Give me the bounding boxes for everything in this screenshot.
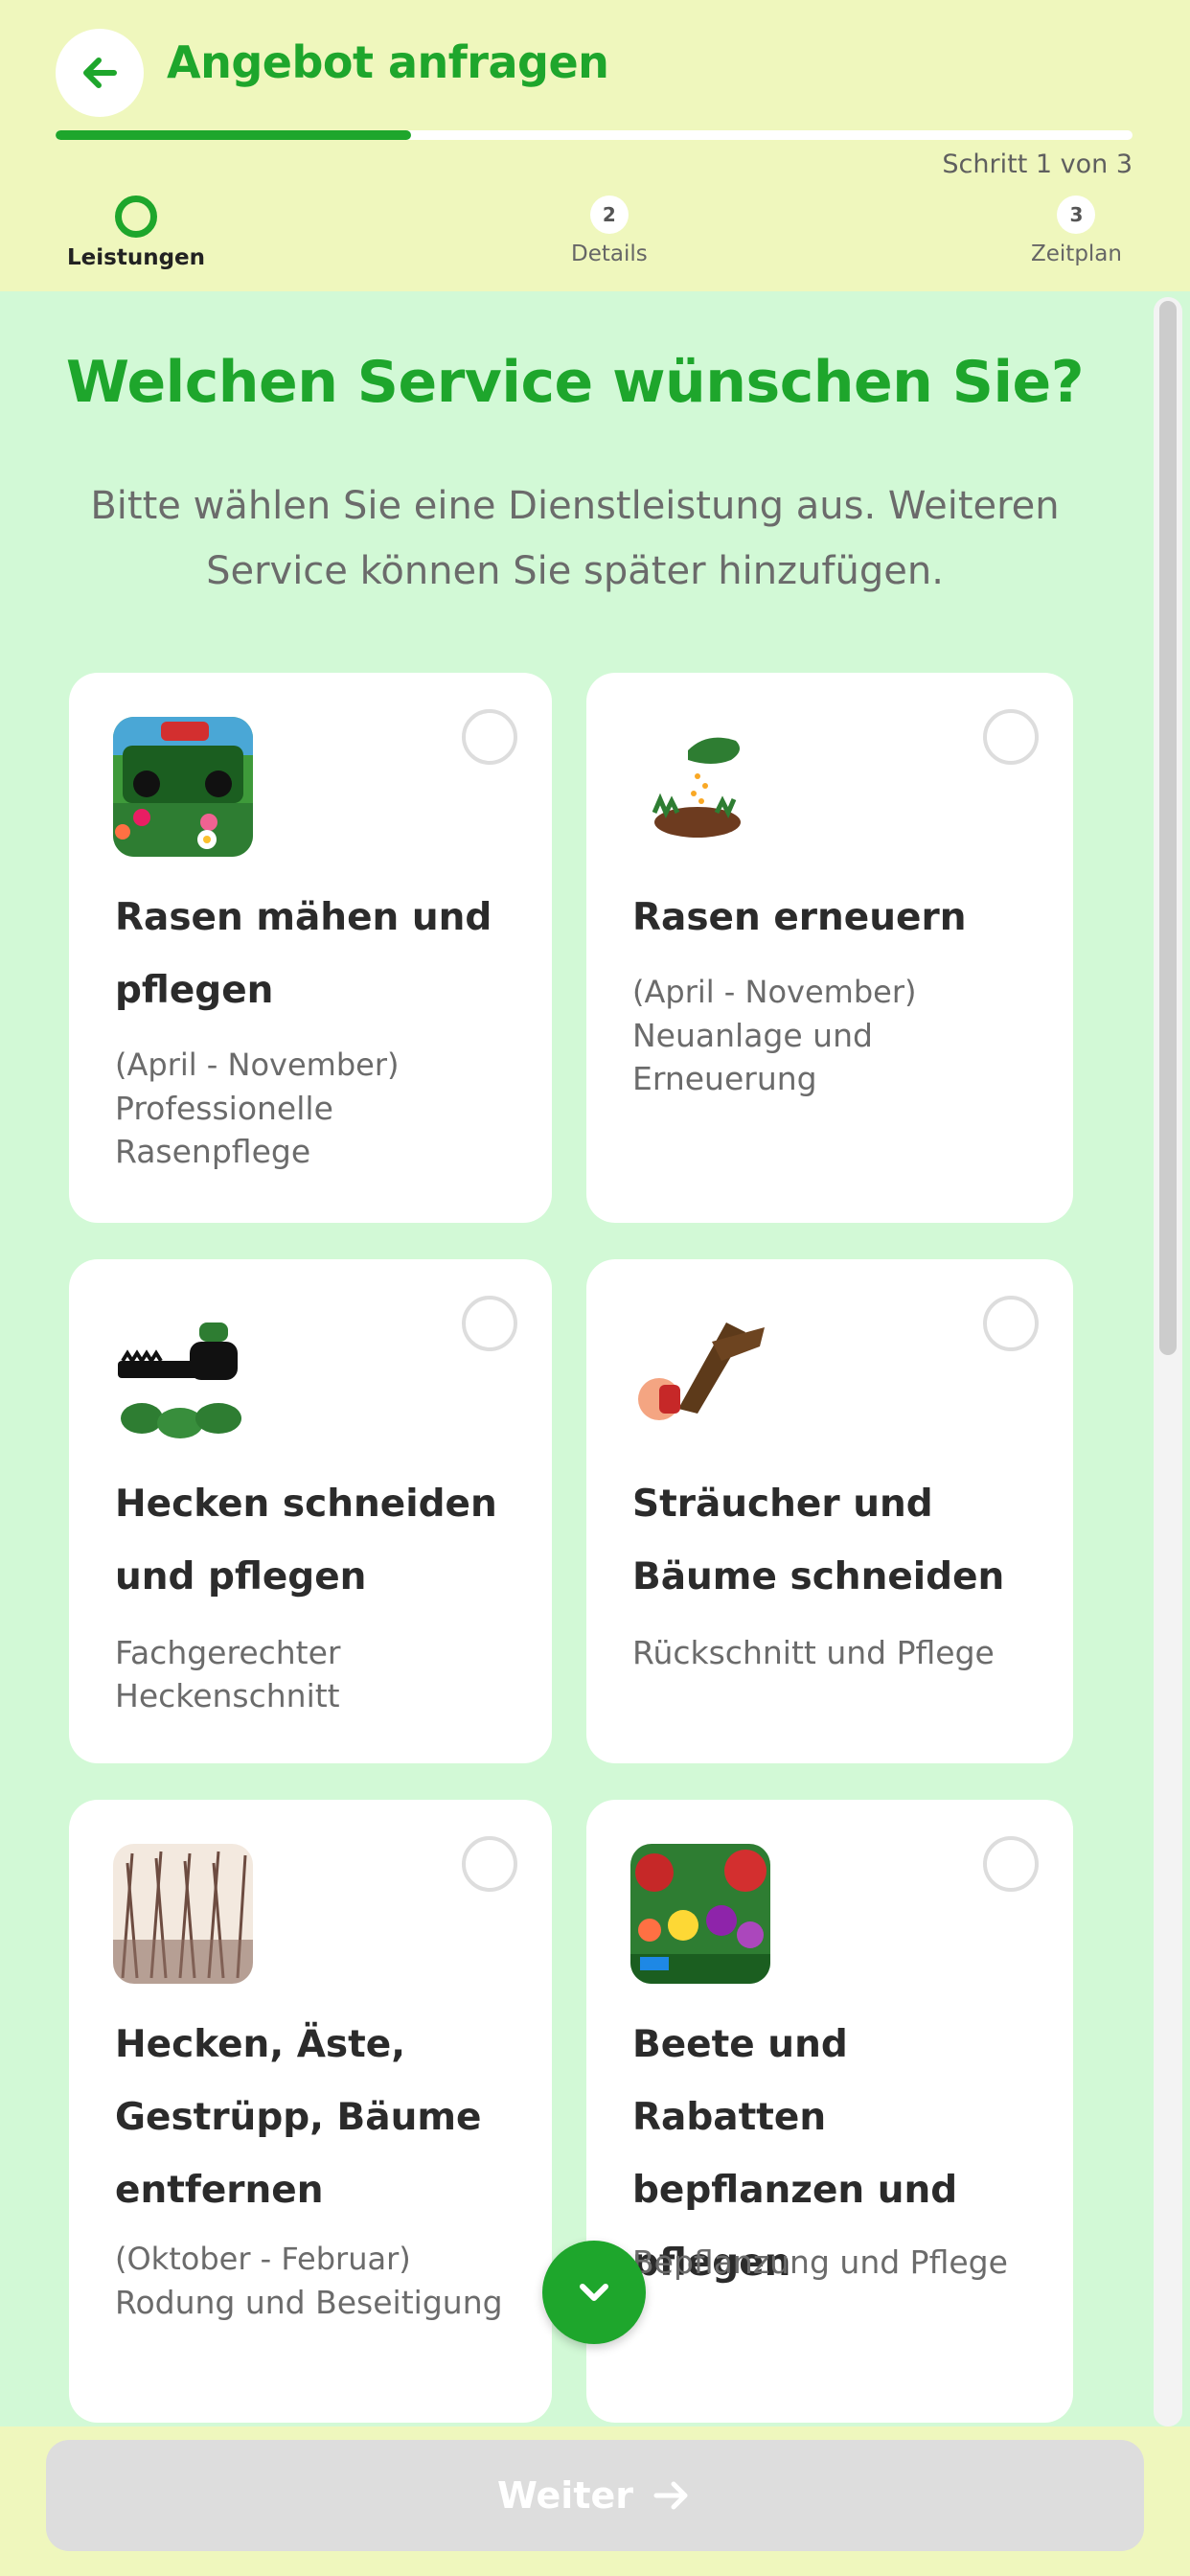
step-details: 2 Details [571,196,648,266]
step-label: Zeitplan [1031,242,1122,266]
radio-button[interactable] [983,1836,1039,1892]
radio-button[interactable] [462,1296,517,1351]
page-title: Angebot anfragen [167,36,609,88]
section-subtitle: Bitte wählen Sie eine Dienstleistung aus… [90,484,1060,593]
service-card-rasen-erneuern[interactable]: Rasen erneuern (April - November) Neuanl… [586,673,1073,1223]
service-title: Sträucher und Bäume schneiden [632,1483,1005,1598]
step-zeitplan: 3 Zeitplan [1031,196,1122,266]
service-title: Hecken, Äste, Gestrüpp, Bäume entfernen [115,2023,482,2212]
step-label: Details [571,242,648,266]
scroll-down-button[interactable] [542,2241,646,2344]
back-button[interactable] [56,29,144,117]
service-description: Rückschnitt und Pflege [632,1634,995,1671]
service-season: (April - November) [632,974,917,1010]
next-button[interactable]: Weiter [46,2440,1144,2551]
footer: Weiter [0,2426,1190,2576]
service-description: Neuanlage und Erneuerung [632,1017,873,1097]
radio-button[interactable] [983,709,1039,765]
chevron-down-icon [580,2284,608,2301]
service-title: Rasen mähen und pflegen [115,896,492,1012]
service-card-entfernen[interactable]: Hecken, Äste, Gestrüpp, Bäume entfernen … [69,1800,552,2423]
service-card-rasen-maehen[interactable]: Rasen mähen und pflegen (April - Novembe… [69,673,552,1223]
service-title: Rasen erneuern [632,896,967,939]
step-label: Leistungen [67,245,206,270]
service-card-straeucher[interactable]: Sträucher und Bäume schneiden Rückschnit… [586,1259,1073,1763]
step-leistungen: Leistungen [67,196,205,270]
service-title: Hecken schneiden und pflegen [115,1483,497,1598]
scrollbar-thumb[interactable] [1159,301,1177,1355]
service-description: Fachgerechter Heckenschnitt [115,1634,341,1714]
seeding-hand-icon [630,717,770,857]
step-number: 2 [589,196,629,234]
radio-button[interactable] [983,1296,1039,1351]
radio-button[interactable] [462,709,517,765]
brushwood-icon [113,1844,253,1984]
radio-button[interactable] [462,1836,517,1892]
step-number: 3 [1057,196,1096,234]
flower-bed-icon [630,1844,770,1984]
progress-fill [56,130,411,140]
header: Angebot anfragen Schritt 1 von 3 Leistun… [0,0,1190,291]
step-indicator-active [115,196,157,238]
scrollbar[interactable] [1154,297,1182,2426]
next-button-label: Weiter [496,2474,634,2517]
service-description: Professionelle Rasenpflege [115,1090,333,1170]
service-card-beete[interactable]: Beete und Rabatten bepflanzen und pflege… [586,1800,1073,2423]
service-season: (Oktober - Februar) [115,2241,411,2277]
section-heading: Welchen Service wünschen Sie? [65,349,1085,416]
service-card-hecken-schneiden[interactable]: Hecken schneiden und pflegen Fachgerecht… [69,1259,552,1763]
arrow-right-icon [653,2481,688,2510]
service-season: (April - November) [115,1046,400,1083]
pruning-shears-icon [630,1303,770,1443]
service-description: Rodung und Beseitigung [115,2284,503,2321]
lawn-mower-icon [113,717,253,857]
arrow-left-icon [83,58,117,88]
step-count: Schritt 1 von 3 [942,150,1133,179]
hedge-trimmer-icon [113,1303,253,1443]
service-description: Bepflanzung und Pflege [632,2243,1008,2281]
progress-bar [56,130,1133,140]
